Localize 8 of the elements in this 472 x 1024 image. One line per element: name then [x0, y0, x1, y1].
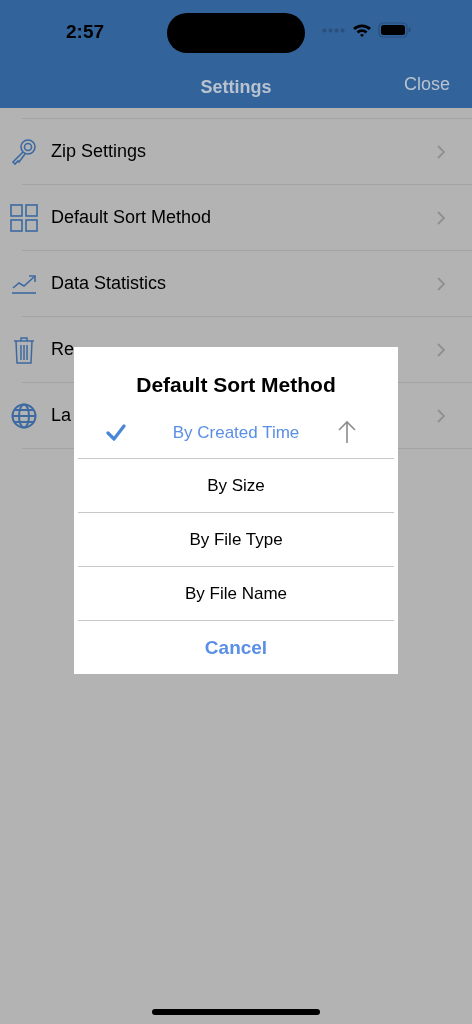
dialog-title: Default Sort Method	[135, 372, 337, 398]
settings-label: Zip Settings	[51, 141, 147, 162]
settings-label: Data Statistics	[51, 273, 167, 294]
settings-label: Re	[51, 339, 74, 360]
nav-title: Settings	[200, 76, 272, 98]
status-time: 2:57	[66, 21, 105, 43]
settings-label: La	[51, 405, 72, 426]
settings-label: Default Sort Method	[51, 207, 212, 228]
